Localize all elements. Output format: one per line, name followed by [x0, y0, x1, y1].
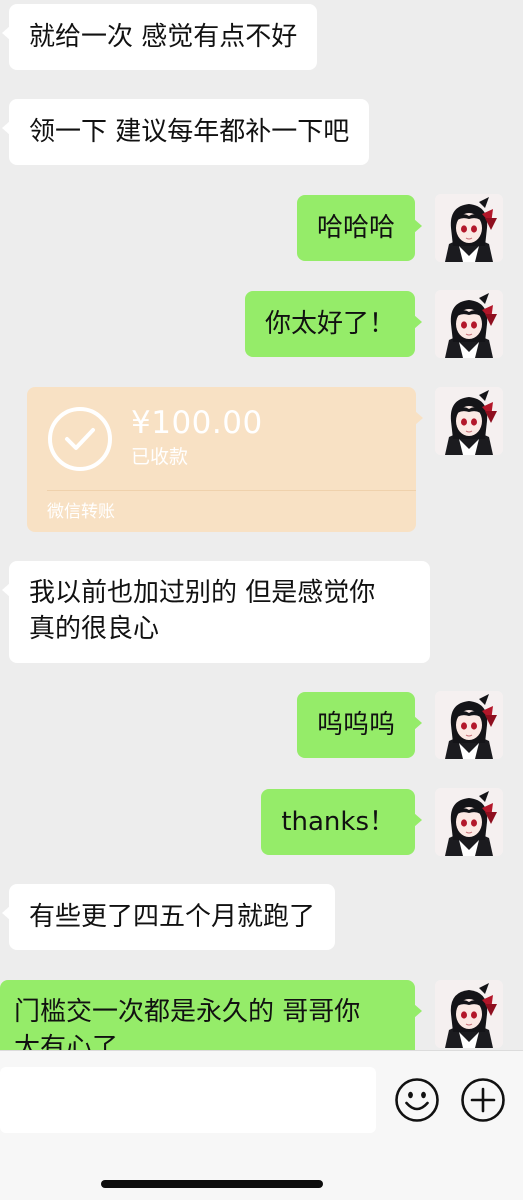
- message-bubble-outgoing[interactable]: 哈哈哈: [296, 195, 423, 261]
- message-text: 呜呜呜: [316, 710, 395, 740]
- transfer-divider: [47, 490, 416, 491]
- avatar[interactable]: [435, 691, 503, 759]
- message-bubble-incoming[interactable]: 就给一次 感觉有点不好: [1, 4, 318, 70]
- chat-message-list[interactable]: 就给一次 感觉有点不好 领一下 建议每年都补一下吧 哈哈哈 你太好了！ ¥100…: [0, 0, 523, 1050]
- message-text: 你太好了！: [264, 309, 395, 339]
- transfer-status: 已收款: [131, 446, 189, 468]
- input-bar: [0, 1050, 523, 1200]
- message-bubble-incoming[interactable]: 有些更了四五个月就跑了: [1, 884, 336, 950]
- transfer-label: 微信转账: [47, 502, 115, 522]
- avatar-image: [435, 788, 503, 856]
- avatar[interactable]: [435, 290, 503, 358]
- message-input[interactable]: [0, 1067, 376, 1133]
- check-icon: [48, 407, 112, 471]
- message-text: 就给一次 感觉有点不好: [29, 22, 298, 52]
- avatar[interactable]: [435, 194, 503, 262]
- message-bubble-outgoing[interactable]: 呜呜呜: [296, 692, 423, 758]
- message-text: thanks！: [281, 807, 395, 837]
- message-bubble-outgoing[interactable]: 门槛交一次都是永久的 哥哥你 太有心了: [0, 980, 422, 1050]
- message-text-line: 门槛交一次都是永久的 哥哥你: [14, 997, 361, 1027]
- transfer-card[interactable]: ¥100.00 已收款 微信转账: [27, 387, 423, 532]
- transfer-amount: ¥100.00: [131, 405, 263, 441]
- avatar-image: [435, 691, 503, 759]
- message-bubble-outgoing[interactable]: 你太好了！: [244, 291, 423, 357]
- message-text-line: 太有心了: [14, 1033, 119, 1050]
- message-bubble-incoming[interactable]: 领一下 建议每年都补一下吧: [1, 99, 370, 165]
- message-text-line: 真的很良心: [29, 614, 160, 644]
- avatar-image: [435, 194, 503, 262]
- avatar-image: [435, 387, 503, 455]
- message-text: 领一下 建议每年都补一下吧: [29, 117, 350, 147]
- message-text-line: 我以前也加过别的 但是感觉你: [29, 578, 376, 608]
- avatar[interactable]: [435, 980, 503, 1048]
- plus-icon[interactable]: [460, 1077, 506, 1123]
- message-bubble-incoming[interactable]: 我以前也加过别的 但是感觉你 真的很良心: [2, 561, 430, 663]
- message-text: 哈哈哈: [316, 213, 395, 243]
- message-text: 有些更了四五个月就跑了: [29, 902, 316, 932]
- home-indicator[interactable]: [101, 1180, 323, 1188]
- emoji-icon[interactable]: [394, 1077, 440, 1123]
- avatar[interactable]: [435, 788, 503, 856]
- message-bubble-outgoing[interactable]: thanks！: [261, 789, 422, 855]
- avatar-image: [435, 290, 503, 358]
- avatar-image: [435, 980, 503, 1048]
- avatar[interactable]: [435, 387, 503, 455]
